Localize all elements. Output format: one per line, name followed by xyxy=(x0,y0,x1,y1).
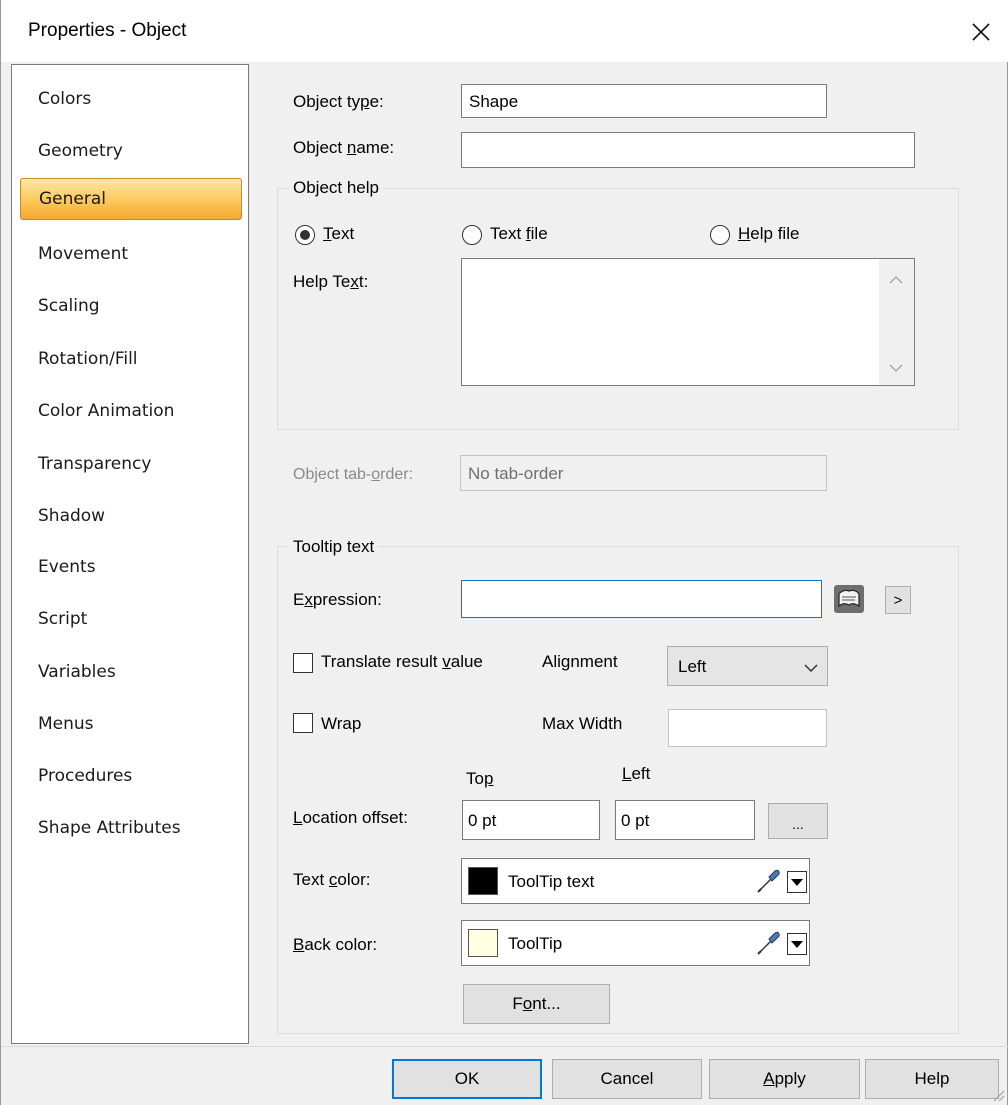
category-sidebar: Colors Geometry General Movement Scaling… xyxy=(11,64,249,1044)
translate-checkbox[interactable] xyxy=(293,653,313,673)
ok-button[interactable]: OK xyxy=(392,1059,542,1099)
alignment-dropdown[interactable]: Left xyxy=(667,646,828,686)
font-button[interactable]: Fo nt... xyxy=(463,984,610,1024)
offset-top-field[interactable]: 0 pt xyxy=(462,800,600,840)
sidebar-item-movement[interactable]: Movement xyxy=(20,232,242,276)
radio-text-file-label[interactable]: Text file xyxy=(490,224,548,244)
sidebar-item-menus[interactable]: Menus xyxy=(20,702,242,746)
sidebar-item-transparency[interactable]: Transparency xyxy=(20,442,242,486)
help-text-scrollbar[interactable] xyxy=(879,259,914,385)
tab-order-field: No tab-order xyxy=(460,455,827,491)
tooltip-group-title: Tooltip text xyxy=(289,537,379,557)
offset-left-field[interactable]: 0 pt xyxy=(615,800,755,840)
apply-button[interactable]: Apply xyxy=(709,1059,860,1099)
alignment-label: Alignment xyxy=(542,652,618,671)
scroll-down-icon[interactable] xyxy=(889,363,903,373)
wrap-label[interactable]: Wrap xyxy=(321,714,361,734)
back-color-name: ToolTip xyxy=(508,934,563,953)
max-width-label: Max Width xyxy=(542,714,623,733)
expression-more-button[interactable]: > xyxy=(885,586,911,614)
footer-divider xyxy=(1,1046,1008,1047)
text-color-picker[interactable]: ToolTip text xyxy=(461,858,810,904)
object-name-field[interactable] xyxy=(461,132,915,168)
sidebar-item-shadow[interactable]: Shadow xyxy=(20,494,242,538)
help-text-area[interactable] xyxy=(461,258,915,386)
radio-help-file[interactable] xyxy=(710,225,730,245)
text-color-name: ToolTip text xyxy=(508,872,595,891)
properties-dialog: Properties - Object Colors Geometry Gene… xyxy=(0,0,1008,1105)
sidebar-item-script[interactable]: Script xyxy=(20,597,242,641)
back-color-swatch xyxy=(468,929,498,957)
sidebar-item-procedures[interactable]: Procedures xyxy=(20,754,242,798)
text-color-label: Text color: xyxy=(293,870,371,889)
back-color-picker[interactable]: ToolTip xyxy=(461,920,810,966)
cancel-button[interactable]: Cancel xyxy=(552,1059,702,1099)
tab-order-label: Object tab-order: xyxy=(293,466,414,483)
sidebar-item-shape-attributes[interactable]: Shape Attributes xyxy=(20,806,242,850)
location-offset-label: Location offset: xyxy=(293,808,409,827)
window-title: Properties - Object xyxy=(28,20,187,41)
scroll-up-icon[interactable] xyxy=(889,275,903,285)
max-width-field[interactable] xyxy=(668,709,827,747)
object-type-field[interactable]: Shape xyxy=(461,84,827,118)
help-text-label: Help Text: xyxy=(293,272,369,291)
radio-text[interactable] xyxy=(295,225,315,245)
dropdown-arrow-icon xyxy=(791,879,803,886)
left-label: Left xyxy=(622,764,651,783)
sidebar-item-rotation-fill[interactable]: Rotation/Fill xyxy=(20,337,242,381)
close-icon xyxy=(972,23,990,41)
radio-text-label[interactable]: Text xyxy=(323,224,354,244)
eyedropper-icon[interactable] xyxy=(754,867,782,895)
sidebar-item-color-animation[interactable]: Color Animation xyxy=(20,389,242,433)
expression-label: Expression: xyxy=(293,590,382,609)
sidebar-item-scaling[interactable]: Scaling xyxy=(20,284,242,328)
sidebar-item-general[interactable]: General xyxy=(20,178,242,220)
sidebar-item-events[interactable]: Events xyxy=(20,545,242,589)
object-name-label: Object name: xyxy=(293,138,395,157)
object-type-label: Object type: xyxy=(293,92,384,111)
offset-more-button[interactable]: ... xyxy=(768,803,828,839)
expression-editor-button[interactable] xyxy=(833,584,865,614)
radio-help-file-label[interactable]: Help file xyxy=(738,224,799,244)
alignment-value: Left xyxy=(678,657,707,676)
sidebar-item-variables[interactable]: Variables xyxy=(20,650,242,694)
text-color-swatch xyxy=(468,867,498,895)
help-button[interactable]: Help xyxy=(865,1059,999,1099)
back-color-label: Back color: xyxy=(293,935,378,954)
translate-label[interactable]: Translate result value xyxy=(321,652,483,672)
expression-field[interactable] xyxy=(461,580,822,618)
sidebar-item-geometry[interactable]: Geometry xyxy=(20,129,242,173)
expression-editor-icon xyxy=(834,585,864,613)
radio-selected-dot xyxy=(300,230,310,240)
text-color-dropdown-button[interactable] xyxy=(787,871,807,893)
chevron-down-icon xyxy=(804,664,818,673)
dropdown-arrow-icon xyxy=(791,941,803,948)
close-button[interactable] xyxy=(959,10,1003,54)
object-help-title: Object help xyxy=(289,178,383,198)
resize-grip-icon[interactable] xyxy=(991,1088,1005,1102)
radio-text-file[interactable] xyxy=(462,225,482,245)
sidebar-item-colors[interactable]: Colors xyxy=(20,77,242,121)
eyedropper-icon[interactable] xyxy=(754,929,782,957)
back-color-dropdown-button[interactable] xyxy=(787,933,807,955)
wrap-checkbox[interactable] xyxy=(293,713,313,733)
top-label: Top xyxy=(466,769,494,788)
title-bar: Properties - Object xyxy=(1,0,1008,62)
